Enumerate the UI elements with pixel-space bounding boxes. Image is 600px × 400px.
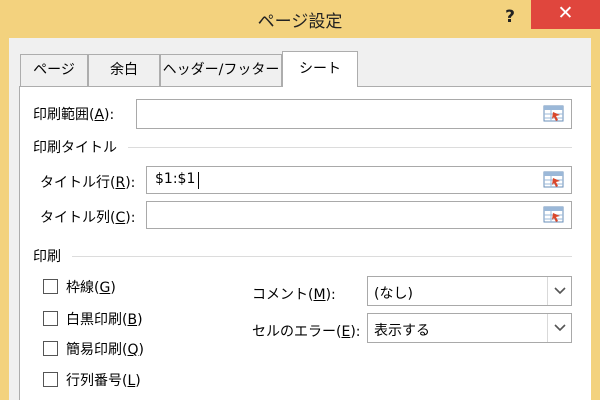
range-select-icon [543, 171, 564, 188]
title-bar: ページ設定 ? ✕ [0, 0, 600, 38]
gridlines-label: 枠線(G) [66, 280, 116, 296]
print-titles-section-label: 印刷タイトル [33, 140, 117, 156]
cell-errors-select[interactable]: 表示する [367, 313, 572, 343]
gridlines-checkbox[interactable] [43, 279, 58, 294]
chevron-down-icon [547, 277, 571, 305]
help-button[interactable]: ? [494, 4, 526, 30]
title-columns-select-button[interactable] [541, 202, 567, 228]
print-area-input[interactable] [136, 99, 572, 129]
range-select-icon [543, 206, 564, 223]
print-area-label: 印刷範囲(A): [33, 107, 115, 123]
tab-sheet[interactable]: シート [282, 51, 358, 87]
black-and-white-checkbox[interactable] [43, 311, 58, 326]
comments-label: コメント(M): [252, 287, 336, 303]
tab-margins[interactable]: 余白 [88, 54, 160, 86]
range-select-icon [543, 105, 564, 122]
tab-page[interactable]: ページ [20, 54, 88, 86]
title-rows-select-button[interactable] [541, 167, 567, 193]
comments-select[interactable]: (なし) [367, 276, 572, 306]
cell-errors-label: セルのエラー(E): [252, 324, 361, 340]
draft-quality-checkbox[interactable] [43, 341, 58, 356]
row-column-headings-label: 行列番号(L) [66, 373, 141, 389]
print-divider [72, 256, 572, 257]
close-icon: ✕ [557, 2, 574, 24]
black-and-white-label: 白黒印刷(B) [66, 312, 143, 328]
print-section-label: 印刷 [33, 249, 61, 265]
chevron-down-icon [547, 314, 571, 342]
row-column-headings-checkbox[interactable] [43, 372, 58, 387]
close-button[interactable]: ✕ [531, 0, 600, 29]
window-frame-right [591, 38, 600, 400]
title-rows-label: タイトル行(R): [40, 175, 136, 191]
print-area-select-button[interactable] [541, 101, 567, 127]
title-rows-input[interactable]: $1:$1 [146, 166, 572, 194]
title-columns-label: タイトル列(C): [40, 210, 136, 226]
tab-header-footer[interactable]: ヘッダー/フッター [160, 54, 282, 86]
title-columns-input[interactable] [146, 201, 572, 229]
print-titles-divider [128, 147, 572, 148]
window-frame-left [0, 38, 9, 400]
draft-quality-label: 簡易印刷(Q) [66, 342, 144, 358]
text-caret [198, 172, 199, 189]
